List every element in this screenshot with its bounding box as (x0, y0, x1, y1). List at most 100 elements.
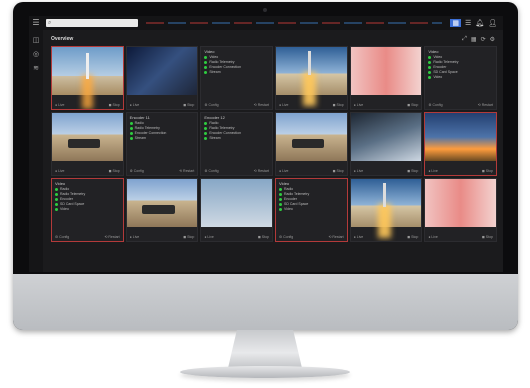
tile-name: Video (204, 49, 215, 54)
status-strip (146, 22, 443, 24)
tile[interactable]: ● Live ◼ Stop (51, 112, 124, 176)
tile-secondary-action[interactable]: ◼ Stop (109, 169, 120, 173)
tile-secondary-action[interactable]: ◼ Stop (407, 235, 418, 239)
tile-primary-action[interactable]: ⚙ Config (204, 169, 218, 173)
bell-icon[interactable]: 🔔︎ (475, 19, 484, 27)
video-thumbnail[interactable] (52, 47, 123, 95)
tile-secondary-action[interactable]: ⟲ Restart (104, 235, 119, 239)
tile-name: Encoder 11 (129, 115, 150, 120)
tile[interactable]: Encoder 11 Radio Radio Telemetry Encoder Co… (125, 112, 199, 176)
tile-primary-action[interactable]: ● Live (354, 235, 364, 239)
video-thumbnail[interactable] (350, 179, 422, 227)
video-thumbnail[interactable] (350, 47, 422, 95)
tile-primary-action[interactable]: ● Live (204, 235, 214, 239)
tile-grid: ● Live ◼ Stop ● Live ◼ Stop Video Video Radio … (51, 46, 497, 242)
grid-icon[interactable]: ▦ (471, 36, 477, 43)
video-thumbnail[interactable] (126, 47, 198, 95)
status-dot-icon (55, 208, 58, 211)
video-thumbnail[interactable] (350, 113, 422, 161)
tile[interactable]: ● Live ◼ Stop (200, 178, 273, 242)
tile[interactable]: Video Video Radio Telemetry Encoder Connect… (200, 46, 273, 110)
status-list: Radio Radio Telemetry Encoder Connection St… (204, 121, 241, 141)
status-dot-icon (428, 71, 432, 74)
tile-primary-action[interactable]: ● Live (354, 169, 364, 173)
tile-footer: ● Live ◼ Stop (55, 103, 120, 107)
tile-primary-action[interactable]: ⚙ Config (428, 103, 442, 107)
tile-primary-action[interactable]: ● Live (279, 103, 289, 107)
tile[interactable]: ● Live ◼ Stop (349, 178, 423, 242)
tile[interactable]: Video Radio Radio Telemetry Encoder SD Card … (51, 178, 124, 242)
tile-primary-action[interactable]: ● Live (55, 103, 65, 107)
tile-secondary-action[interactable]: ⟲ Restart (478, 103, 493, 107)
tile[interactable]: ● Live ◼ Stop (424, 178, 497, 242)
tile-primary-action[interactable]: ● Live (428, 235, 438, 239)
search-input[interactable]: ⌕ (46, 19, 138, 27)
tile-secondary-action[interactable]: ⟲ Restart (328, 235, 343, 239)
tile-primary-action[interactable]: ● Live (279, 169, 289, 173)
status-dot-icon (129, 122, 133, 125)
video-thumbnail[interactable] (52, 113, 123, 161)
tile-primary-action[interactable]: ⚙ Config (279, 235, 293, 239)
tile-secondary-action[interactable]: ⟲ Restart (254, 169, 269, 173)
tile[interactable]: ● Live ◼ Stop (51, 46, 124, 110)
tile[interactable]: ● Live ◼ Stop (349, 112, 423, 176)
video-thumbnail[interactable] (275, 47, 347, 95)
tile[interactable]: ● Live ◼ Stop (125, 178, 199, 242)
status-dot-icon (278, 198, 282, 201)
tile[interactable]: Encoder 12 Radio Radio Telemetry Encoder Co… (200, 112, 273, 176)
tile[interactable]: Video Radio Radio Telemetry Encoder SD Card … (274, 178, 348, 242)
tile-primary-action[interactable]: ● Live (55, 169, 65, 173)
tile-footer: ● Live ◼ Stop (55, 169, 120, 173)
list-icon[interactable]: ☰ (465, 19, 471, 27)
grid-view-icon[interactable]: ▦ (450, 19, 461, 27)
tile-secondary-action[interactable]: ◼ Stop (109, 103, 120, 107)
tile-primary-action[interactable]: ⚙ Config (55, 235, 69, 239)
layers-icon[interactable]: ◫ (29, 36, 43, 44)
tile-secondary-action[interactable]: ⟲ Restart (179, 169, 194, 173)
tile-secondary-action[interactable]: ◼ Stop (482, 169, 493, 173)
tile-secondary-action[interactable]: ⟲ Restart (254, 103, 269, 107)
status-dot-icon (55, 203, 58, 206)
tile-primary-action[interactable]: ● Live (130, 235, 140, 239)
tile[interactable]: ● Live ◼ Stop (125, 46, 199, 110)
status-label: Stream (209, 136, 221, 140)
tile-secondary-action[interactable]: ◼ Stop (407, 169, 418, 173)
tile-primary-action[interactable]: ● Live (130, 103, 140, 107)
chart-icon[interactable]: ≋ (29, 64, 43, 72)
status-label: Video (60, 207, 69, 211)
tile-footer: ⚙ Config ⟲ Restart (130, 169, 195, 173)
tile-secondary-action[interactable]: ◼ Stop (333, 169, 344, 173)
map-icon[interactable]: ◎ (29, 50, 43, 58)
tile-secondary-action[interactable]: ◼ Stop (333, 103, 344, 107)
tile-secondary-action[interactable]: ◼ Stop (482, 235, 493, 239)
tile-secondary-action[interactable]: ◼ Stop (258, 235, 269, 239)
refresh-icon[interactable]: ⟳ (481, 36, 486, 43)
top-icons: ▦ ☰ 🔔︎ 👤︎ (450, 19, 503, 27)
expand-icon[interactable]: ⤢ (462, 36, 467, 43)
tile-primary-action[interactable]: ⚙ Config (130, 169, 144, 173)
tile-secondary-action[interactable]: ◼ Stop (407, 103, 418, 107)
video-thumbnail[interactable] (275, 113, 347, 161)
tile-primary-action[interactable]: ⚙ Config (204, 103, 218, 107)
video-thumbnail[interactable] (425, 179, 496, 227)
tile[interactable]: ● Live ◼ Stop (349, 46, 423, 110)
status-dot-icon (278, 203, 282, 206)
video-thumbnail[interactable] (126, 179, 198, 227)
video-thumbnail[interactable] (201, 179, 272, 227)
tile-primary-action[interactable]: ● Live (354, 103, 364, 107)
menu-icon[interactable]: ☰ (29, 16, 43, 30)
status-list: Radio Radio Telemetry Encoder Connection St… (129, 121, 166, 141)
left-rail: ◫ ◎ ≋ (29, 30, 43, 272)
tile-primary-action[interactable]: ● Live (428, 169, 438, 173)
tile-secondary-action[interactable]: ◼ Stop (183, 103, 194, 107)
tile-secondary-action[interactable]: ◼ Stop (183, 235, 194, 239)
tile[interactable]: Video Video Radio Telemetry Encoder SD Card … (424, 46, 497, 110)
tile[interactable]: ● Live ◼ Stop (274, 112, 348, 176)
settings-icon[interactable]: ⚙ (490, 36, 495, 43)
status-list: Video Radio Telemetry Encoder SD Card Space… (428, 55, 459, 80)
user-icon[interactable]: 👤︎ (488, 19, 497, 27)
video-thumbnail[interactable] (425, 113, 496, 161)
tile[interactable]: ● Live ◼ Stop (274, 46, 348, 110)
tile[interactable]: ● Live ◼ Stop (424, 112, 497, 176)
camera-dot (263, 8, 267, 12)
